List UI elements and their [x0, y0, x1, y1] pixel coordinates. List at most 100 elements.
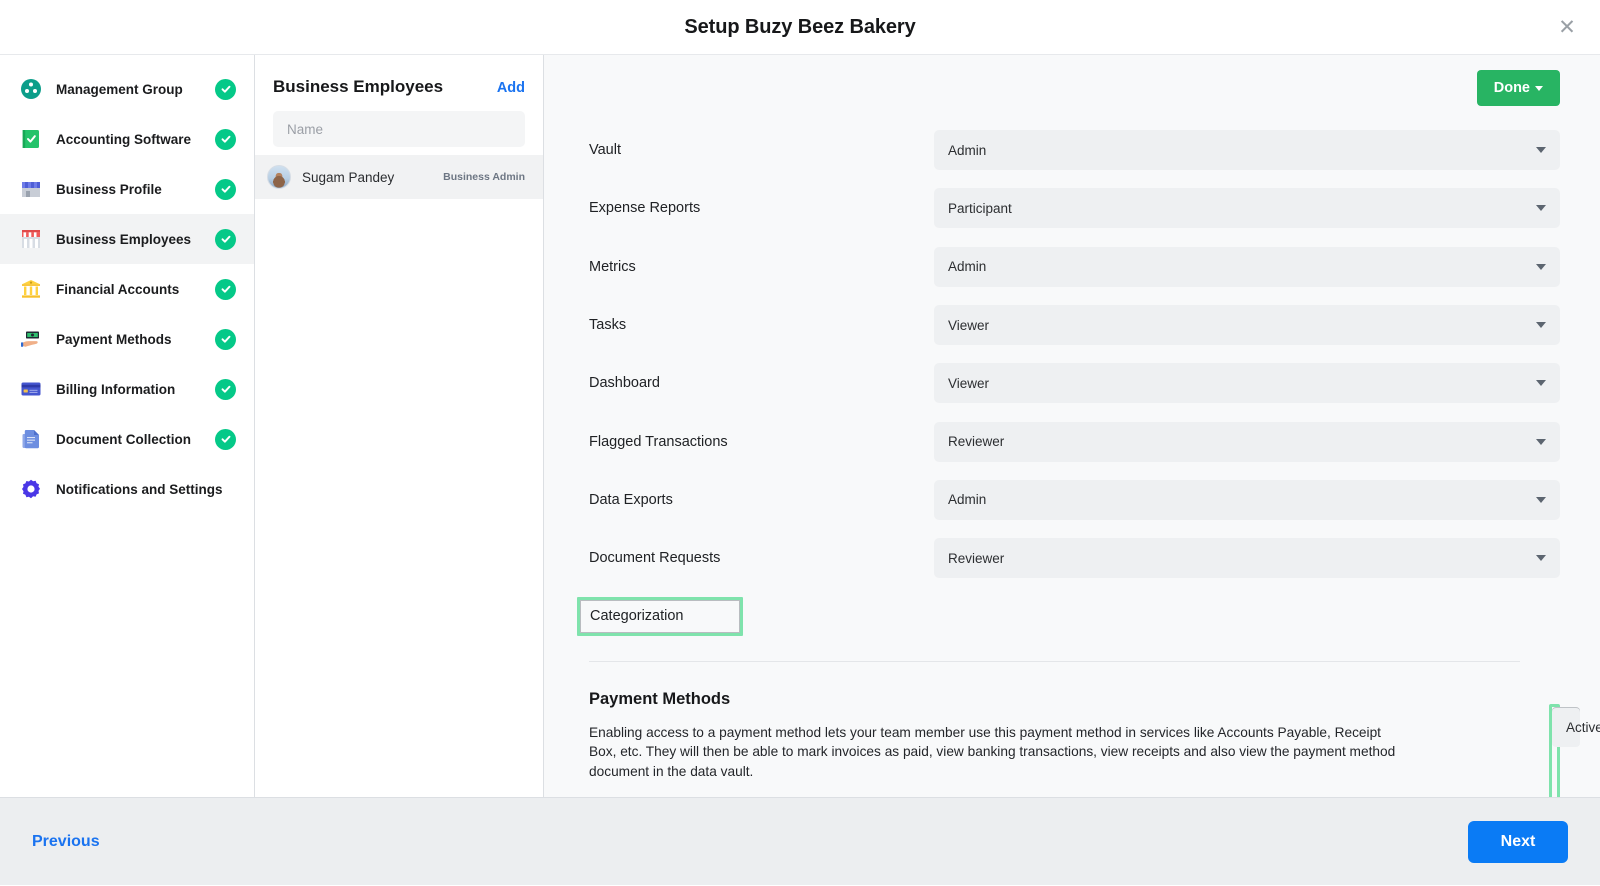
- main-toolbar: Done: [544, 55, 1600, 121]
- main-content: Done Vault Admin Expense Reports Partici…: [544, 55, 1600, 797]
- business-employees-panel: Business Employees Add Sugam Pandey Busi…: [255, 55, 544, 797]
- list-item[interactable]: Sugam Pandey Business Admin: [255, 155, 543, 199]
- sidebar-item-business-employees[interactable]: Business Employees: [0, 214, 254, 264]
- permission-value: Viewer: [948, 375, 990, 391]
- chevron-down-icon: [1536, 438, 1546, 445]
- employee-name: Sugam Pandey: [302, 169, 395, 185]
- add-employee-button[interactable]: Add: [497, 80, 525, 96]
- permission-select-tasks[interactable]: Viewer: [934, 305, 1560, 346]
- permission-row-document-requests: Document Requests Reviewer: [544, 529, 1560, 587]
- sidebar-item-billing-information[interactable]: Billing Information: [0, 364, 254, 414]
- business-profile-icon: [18, 176, 44, 202]
- next-button[interactable]: Next: [1468, 820, 1568, 863]
- step-complete-check-icon: [215, 128, 236, 150]
- permission-row-tasks: Tasks Viewer: [544, 296, 1560, 354]
- document-collection-icon: [18, 426, 44, 452]
- categorization-select[interactable]: Active: [1552, 707, 1600, 747]
- permission-label: Dashboard: [589, 375, 660, 392]
- permission-select-expense-reports[interactable]: Participant: [934, 188, 1560, 229]
- chevron-down-icon: [1536, 555, 1546, 562]
- permission-row-vault: Vault Admin: [544, 121, 1560, 179]
- permission-select-document-requests[interactable]: Reviewer: [934, 538, 1560, 579]
- step-complete-check-icon: [215, 328, 236, 350]
- sidebar-item-label: Payment Methods: [56, 331, 172, 347]
- chevron-down-icon: [1536, 380, 1546, 387]
- sidebar-item-document-collection[interactable]: Document Collection: [0, 414, 254, 464]
- permission-label: Data Exports: [589, 491, 673, 508]
- sidebar-item-label: Accounting Software: [56, 131, 192, 147]
- permission-row-data-exports: Data Exports Admin: [544, 471, 1560, 529]
- permission-value: Admin: [948, 142, 987, 158]
- setup-steps-sidebar: Management Group Accounting Software Bus…: [0, 55, 255, 797]
- chevron-down-icon: [1536, 263, 1546, 270]
- sidebar-item-notifications-and-settings[interactable]: Notifications and Settings: [0, 464, 254, 514]
- employee-name-search-input[interactable]: [273, 111, 525, 147]
- permission-label: Vault: [589, 142, 621, 159]
- step-complete-check-icon: [215, 228, 236, 250]
- permission-select-data-exports[interactable]: Admin: [934, 479, 1560, 520]
- permission-label: Flagged Transactions: [589, 433, 728, 450]
- permission-select-flagged-transactions[interactable]: Reviewer: [934, 421, 1560, 462]
- accounting-software-icon: [18, 126, 44, 152]
- sidebar-item-label: Management Group: [56, 81, 183, 97]
- sidebar-item-accounting-software[interactable]: Accounting Software: [0, 114, 254, 164]
- financial-accounts-icon: [18, 276, 44, 302]
- categorization-dropdown-group: Active Not Active Not Active Active Acti…: [1549, 704, 1600, 797]
- permission-row-metrics: Metrics Admin: [544, 238, 1560, 296]
- sidebar-item-label: Notifications and Settings: [56, 481, 223, 497]
- close-icon[interactable]: ✕: [1552, 12, 1582, 42]
- sidebar-item-financial-accounts[interactable]: Financial Accounts: [0, 264, 254, 314]
- wizard-footer: Previous Next: [0, 797, 1600, 885]
- permission-label: Expense Reports: [589, 200, 701, 217]
- permission-label: Document Requests: [589, 550, 721, 567]
- done-button-label: Done: [1493, 80, 1530, 96]
- sidebar-item-label: Business Employees: [56, 231, 192, 247]
- dialog-body: Management Group Accounting Software Bus…: [0, 55, 1600, 797]
- permission-select-metrics[interactable]: Admin: [934, 246, 1560, 287]
- permission-select-dashboard[interactable]: Viewer: [934, 363, 1560, 404]
- sidebar-item-label: Document Collection: [56, 431, 192, 447]
- step-complete-check-icon: [215, 428, 236, 450]
- employees-panel-title: Business Employees: [273, 77, 444, 96]
- employee-role-badge: Business Admin: [443, 171, 525, 183]
- permission-row-dashboard: Dashboard Viewer: [544, 354, 1560, 412]
- avatar: [267, 165, 291, 189]
- previous-button[interactable]: Previous: [32, 833, 100, 851]
- permission-select-vault[interactable]: Admin: [934, 130, 1560, 171]
- chevron-down-icon: [1536, 496, 1546, 503]
- permission-row-categorization: Categorization: [544, 587, 1560, 645]
- sidebar-item-payment-methods[interactable]: Payment Methods: [0, 314, 254, 364]
- business-employees-icon: [18, 226, 44, 252]
- payment-methods-icon: [18, 326, 44, 352]
- chevron-down-icon: [1536, 205, 1546, 212]
- permission-value: Participant: [948, 200, 1012, 216]
- sidebar-item-management-group[interactable]: Management Group: [0, 64, 254, 114]
- permission-row-flagged-transactions: Flagged Transactions Reviewer: [544, 412, 1560, 470]
- employees-panel-header: Business Employees Add: [255, 55, 543, 111]
- payment-methods-section-title: Payment Methods: [589, 689, 731, 708]
- step-complete-check-icon: [215, 278, 236, 300]
- sidebar-item-label: Billing Information: [56, 381, 176, 397]
- permission-value: Viewer: [948, 317, 990, 333]
- permission-label-categorization[interactable]: Categorization: [577, 597, 743, 637]
- chevron-down-icon: [1536, 322, 1546, 329]
- management-group-icon: [18, 76, 44, 102]
- page-title: Setup Buzy Beez Bakery: [684, 15, 916, 38]
- permission-label: Metrics: [589, 258, 636, 275]
- permission-label: Tasks: [589, 317, 627, 334]
- permission-value: Admin: [948, 492, 987, 508]
- done-button[interactable]: Done: [1476, 70, 1560, 106]
- step-complete-check-icon: [215, 78, 236, 100]
- permission-row-expense-reports: Expense Reports Participant: [544, 179, 1560, 237]
- sidebar-item-label: Business Profile: [56, 181, 162, 197]
- step-complete-check-icon: [215, 378, 236, 400]
- notifications-settings-icon: [18, 476, 44, 502]
- categorization-selected-value: Active: [1566, 719, 1600, 735]
- dialog-title-bar: Setup Buzy Beez Bakery ✕: [0, 0, 1600, 55]
- chevron-down-icon: [1535, 85, 1543, 91]
- permissions-scroll-area[interactable]: Vault Admin Expense Reports Participant …: [544, 121, 1600, 797]
- sidebar-item-business-profile[interactable]: Business Profile: [0, 164, 254, 214]
- billing-information-icon: [18, 376, 44, 402]
- payment-methods-description: Enabling access to a payment method lets…: [589, 724, 1396, 779]
- step-complete-check-icon: [215, 178, 236, 200]
